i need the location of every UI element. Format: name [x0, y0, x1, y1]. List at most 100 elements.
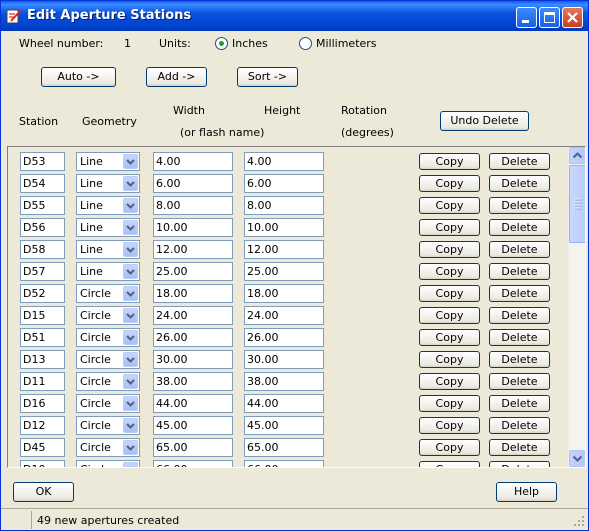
copy-button[interactable]: Copy — [419, 263, 480, 280]
dropdown-arrow-icon[interactable] — [123, 154, 138, 169]
dropdown-arrow-icon[interactable] — [123, 374, 138, 389]
geometry-select[interactable]: Circle — [76, 394, 140, 413]
height-field[interactable]: 10.00 — [244, 218, 324, 237]
geometry-select[interactable]: Circle — [76, 416, 140, 435]
station-field[interactable]: D10 — [20, 460, 65, 467]
inches-label[interactable]: Inches — [232, 37, 268, 50]
copy-button[interactable]: Copy — [419, 395, 480, 412]
scroll-down-button[interactable] — [569, 450, 585, 467]
copy-button[interactable]: Copy — [419, 153, 480, 170]
geometry-select[interactable]: Circle — [76, 372, 140, 391]
station-field[interactable]: D52 — [20, 284, 65, 303]
width-field[interactable]: 18.00 — [153, 284, 233, 303]
scroll-up-button[interactable] — [569, 147, 585, 164]
height-field[interactable]: 25.00 — [244, 262, 324, 281]
dropdown-arrow-icon[interactable] — [123, 242, 138, 257]
dropdown-arrow-icon[interactable] — [123, 308, 138, 323]
delete-button[interactable]: Delete — [489, 241, 550, 258]
geometry-select[interactable]: Circle — [76, 306, 140, 325]
station-field[interactable]: D15 — [20, 306, 65, 325]
minimize-button[interactable] — [516, 7, 537, 28]
add-button[interactable]: Add -> — [146, 67, 207, 87]
delete-button[interactable]: Delete — [489, 329, 550, 346]
delete-button[interactable]: Delete — [489, 263, 550, 280]
station-field[interactable]: D51 — [20, 328, 65, 347]
millimeters-label[interactable]: Millimeters — [316, 37, 377, 50]
station-field[interactable]: D12 — [20, 416, 65, 435]
height-field[interactable]: 18.00 — [244, 284, 324, 303]
height-field[interactable]: 65.00 — [244, 438, 324, 457]
width-field[interactable]: 44.00 — [153, 394, 233, 413]
height-field[interactable]: 45.00 — [244, 416, 324, 435]
width-field[interactable]: 4.00 — [153, 152, 233, 171]
geometry-select[interactable]: Line — [76, 174, 140, 193]
delete-button[interactable]: Delete — [489, 395, 550, 412]
geometry-select[interactable]: Circle — [76, 284, 140, 303]
copy-button[interactable]: Copy — [419, 175, 480, 192]
height-field[interactable]: 30.00 — [244, 350, 324, 369]
auto-button[interactable]: Auto -> — [41, 67, 116, 87]
station-field[interactable]: D56 — [20, 218, 65, 237]
copy-button[interactable]: Copy — [419, 329, 480, 346]
width-field[interactable]: 30.00 — [153, 350, 233, 369]
undo-delete-button[interactable]: Undo Delete — [440, 111, 529, 131]
width-field[interactable]: 24.00 — [153, 306, 233, 325]
station-field[interactable]: D16 — [20, 394, 65, 413]
dropdown-arrow-icon[interactable] — [123, 286, 138, 301]
height-field[interactable]: 12.00 — [244, 240, 324, 259]
station-field[interactable]: D11 — [20, 372, 65, 391]
dropdown-arrow-icon[interactable] — [123, 176, 138, 191]
width-field[interactable]: 65.00 — [153, 438, 233, 457]
copy-button[interactable]: Copy — [419, 285, 480, 302]
dropdown-arrow-icon[interactable] — [123, 440, 138, 455]
delete-button[interactable]: Delete — [489, 351, 550, 368]
dropdown-arrow-icon[interactable] — [123, 220, 138, 235]
dropdown-arrow-icon[interactable] — [123, 462, 138, 467]
width-field[interactable]: 25.00 — [153, 262, 233, 281]
width-field[interactable]: 10.00 — [153, 218, 233, 237]
delete-button[interactable]: Delete — [489, 197, 550, 214]
delete-button[interactable]: Delete — [489, 461, 550, 467]
copy-button[interactable]: Copy — [419, 461, 480, 467]
station-field[interactable]: D45 — [20, 438, 65, 457]
dropdown-arrow-icon[interactable] — [123, 198, 138, 213]
delete-button[interactable]: Delete — [489, 417, 550, 434]
station-field[interactable]: D58 — [20, 240, 65, 259]
geometry-select[interactable]: Line — [76, 152, 140, 171]
geometry-select[interactable]: Circle — [76, 350, 140, 369]
width-field[interactable]: 45.00 — [153, 416, 233, 435]
delete-button[interactable]: Delete — [489, 307, 550, 324]
height-field[interactable]: 66.00 — [244, 460, 324, 467]
geometry-select[interactable]: Circle — [76, 328, 140, 347]
title-bar[interactable]: Edit Aperture Stations — [1, 1, 588, 31]
delete-button[interactable]: Delete — [489, 175, 550, 192]
width-field[interactable]: 8.00 — [153, 196, 233, 215]
dropdown-arrow-icon[interactable] — [123, 352, 138, 367]
delete-button[interactable]: Delete — [489, 439, 550, 456]
ok-button[interactable]: OK — [13, 482, 74, 502]
geometry-select[interactable]: Line — [76, 262, 140, 281]
width-field[interactable]: 6.00 — [153, 174, 233, 193]
resize-grip-icon[interactable] — [573, 515, 585, 527]
height-field[interactable]: 38.00 — [244, 372, 324, 391]
copy-button[interactable]: Copy — [419, 197, 480, 214]
width-field[interactable]: 12.00 — [153, 240, 233, 259]
copy-button[interactable]: Copy — [419, 219, 480, 236]
station-field[interactable]: D57 — [20, 262, 65, 281]
dropdown-arrow-icon[interactable] — [123, 330, 138, 345]
maximize-button[interactable] — [539, 7, 560, 28]
height-field[interactable]: 44.00 — [244, 394, 324, 413]
station-field[interactable]: D55 — [20, 196, 65, 215]
station-field[interactable]: D54 — [20, 174, 65, 193]
geometry-select[interactable]: Circle — [76, 438, 140, 457]
dropdown-arrow-icon[interactable] — [123, 418, 138, 433]
dropdown-arrow-icon[interactable] — [123, 264, 138, 279]
delete-button[interactable]: Delete — [489, 373, 550, 390]
inches-radio[interactable] — [215, 37, 228, 50]
height-field[interactable]: 26.00 — [244, 328, 324, 347]
geometry-select[interactable]: Circle — [76, 460, 140, 467]
height-field[interactable]: 8.00 — [244, 196, 324, 215]
delete-button[interactable]: Delete — [489, 285, 550, 302]
geometry-select[interactable]: Line — [76, 240, 140, 259]
station-field[interactable]: D53 — [20, 152, 65, 171]
